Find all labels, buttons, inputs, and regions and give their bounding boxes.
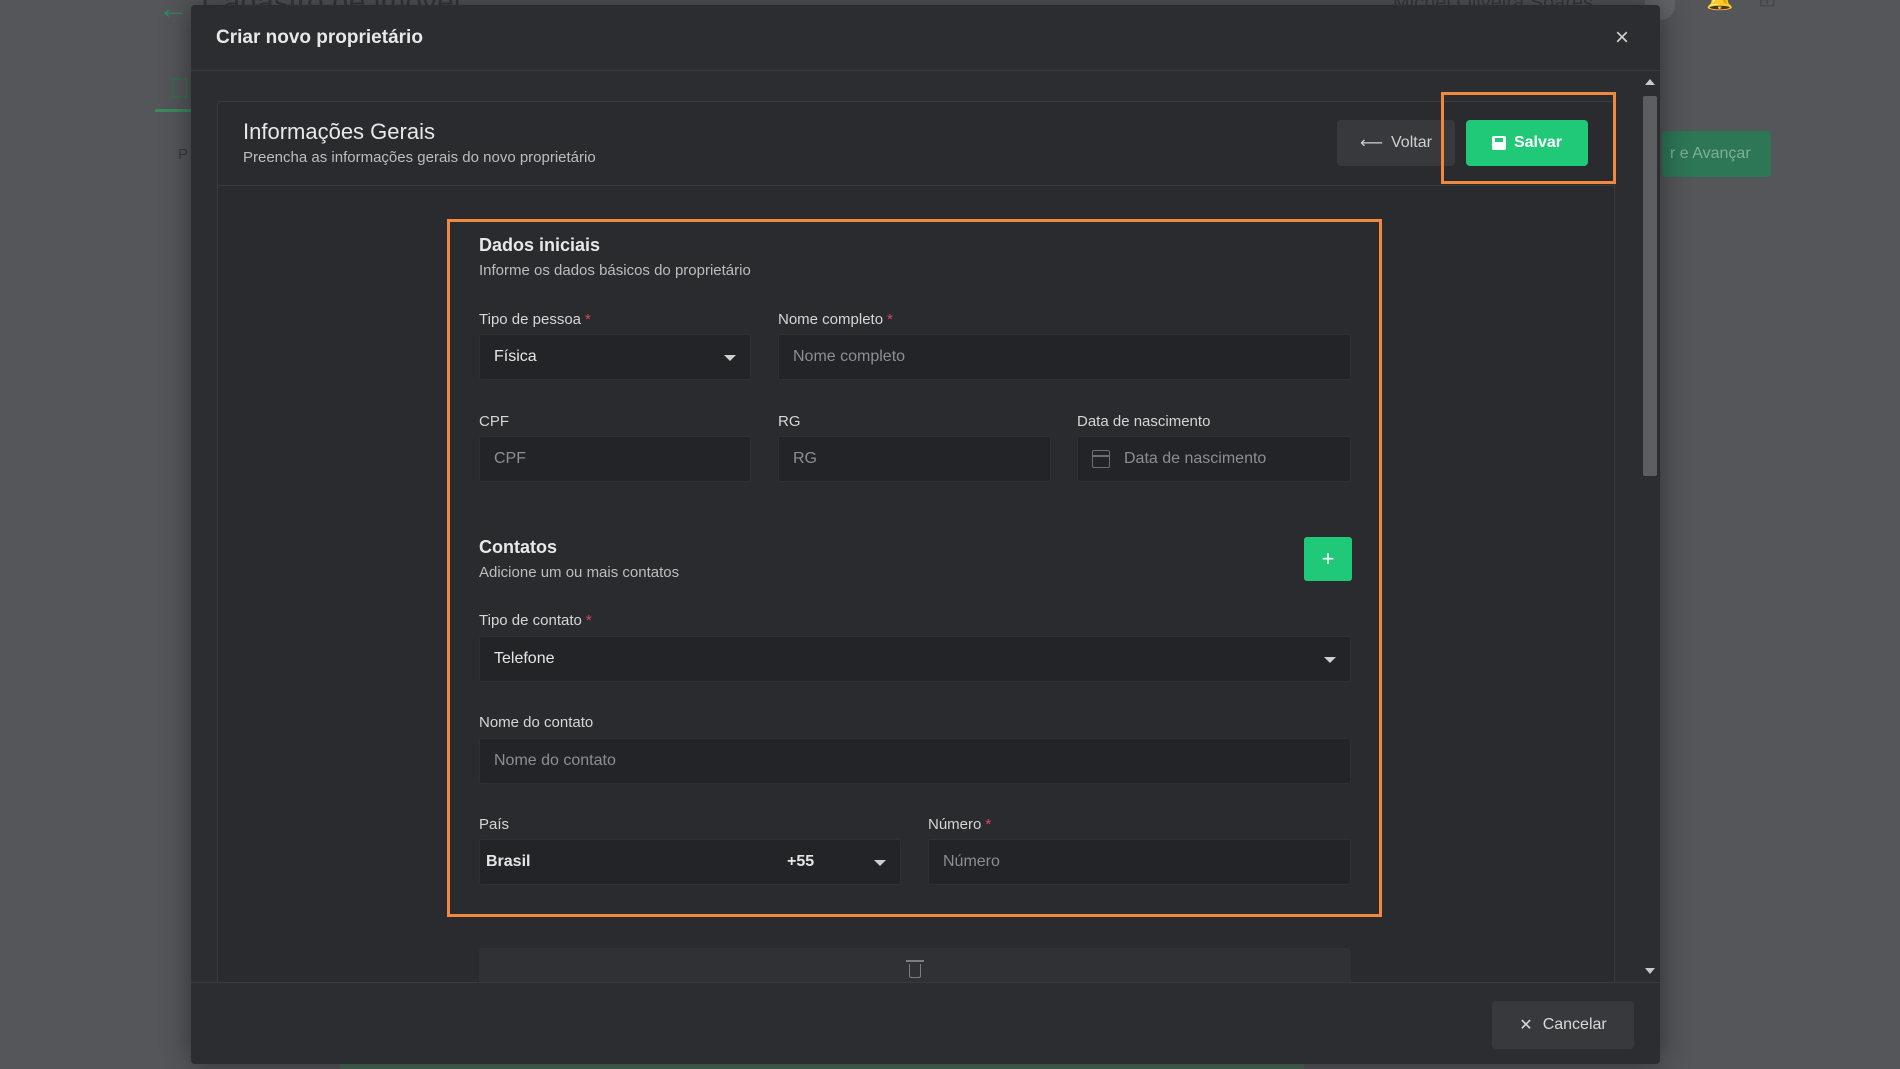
label-nome-contato: Nome do contato: [479, 714, 594, 731]
scroll-down-arrow-icon[interactable]: [1645, 968, 1655, 974]
chevron-down-icon: [1324, 657, 1336, 663]
background-strip: [340, 1064, 1304, 1069]
modal-header: Criar novo proprietário ×: [191, 5, 1660, 71]
cancel-button[interactable]: ✕ Cancelar: [1492, 1001, 1634, 1049]
nome-completo-input[interactable]: Nome completo: [778, 334, 1351, 380]
floppy-disk-icon: [1491, 136, 1506, 150]
panel-header: Informações Gerais Preencha as informaçõ…: [218, 102, 1614, 186]
label-tipo-contato: Tipo de contato *: [479, 612, 592, 629]
document-icon: [172, 78, 188, 98]
close-icon[interactable]: ×: [1607, 23, 1637, 53]
calendar-icon: [1092, 450, 1110, 468]
country-code: +55: [787, 853, 815, 870]
rg-placeholder: RG: [793, 450, 817, 467]
active-tab-indicator: [155, 109, 195, 112]
pais-select[interactable]: Brasil +55: [479, 839, 901, 885]
pais-value: Brasil: [486, 853, 531, 870]
scrollbar[interactable]: [1640, 72, 1660, 982]
back-button-label: Voltar: [1391, 134, 1432, 151]
back-button[interactable]: ⟵ Voltar: [1337, 120, 1455, 166]
label-tipo-pessoa: Tipo de pessoa *: [479, 311, 591, 328]
rg-input[interactable]: RG: [778, 436, 1051, 482]
modal-title: Criar novo proprietário: [216, 27, 423, 48]
label-cpf: CPF: [479, 413, 509, 430]
section-subtitle-dados-iniciais: Informe os dados básicos do proprietário: [479, 262, 751, 279]
tipo-pessoa-select[interactable]: Física: [479, 334, 751, 380]
trash-icon: [906, 960, 924, 978]
panel-title: Informações Gerais: [243, 119, 435, 144]
save-button[interactable]: Salvar: [1466, 120, 1588, 166]
label-data-nascimento: Data de nascimento: [1077, 413, 1211, 430]
cancel-button-label: Cancelar: [1542, 1016, 1607, 1033]
nome-contato-input[interactable]: Nome do contato: [479, 738, 1351, 784]
save-and-advance-button: r e Avançar: [1662, 131, 1771, 177]
cpf-placeholder: CPF: [494, 450, 526, 467]
section-title-contatos: Contatos: [479, 537, 557, 557]
cpf-input[interactable]: CPF: [479, 436, 751, 482]
panel-subtitle: Preencha as informações gerais do novo p…: [243, 149, 596, 166]
scroll-up-arrow-icon[interactable]: [1645, 79, 1655, 85]
background-partial-text: P: [178, 146, 189, 163]
section-title-dados-iniciais: Dados iniciais: [479, 235, 601, 255]
arrow-left-icon: ⟵: [1360, 135, 1383, 152]
chevron-down-icon: [874, 860, 886, 866]
nome-completo-placeholder: Nome completo: [793, 348, 906, 365]
modal-footer: ✕ Cancelar: [191, 982, 1660, 1064]
tipo-pessoa-value: Física: [494, 348, 537, 365]
label-rg: RG: [778, 413, 801, 430]
scrollbar-thumb[interactable]: [1643, 96, 1657, 476]
bell-icon: 🔔: [1706, 0, 1733, 14]
label-numero: Número *: [928, 816, 992, 833]
chevron-down-icon: [724, 355, 736, 361]
add-contact-button[interactable]: +: [1304, 537, 1352, 581]
tipo-contato-select[interactable]: Telefone: [479, 636, 1351, 682]
general-info-panel: Informações Gerais Preencha as informaçõ…: [217, 101, 1615, 982]
modal-body: Informações Gerais Preencha as informaçõ…: [191, 72, 1660, 982]
numero-input[interactable]: Número: [928, 839, 1351, 885]
create-owner-modal: Criar novo proprietário × Informações Ge…: [191, 5, 1660, 1064]
data-nascimento-input[interactable]: Data de nascimento: [1077, 436, 1351, 482]
apps-grid-icon: ⊞: [1758, 0, 1780, 14]
data-nascimento-placeholder: Data de nascimento: [1124, 450, 1267, 467]
close-icon: ✕: [1519, 1017, 1533, 1034]
numero-placeholder: Número: [943, 853, 1000, 870]
section-subtitle-contatos: Adicione um ou mais contatos: [479, 564, 680, 581]
label-pais: País: [479, 816, 510, 833]
tipo-contato-value: Telefone: [494, 650, 555, 667]
label-nome-completo: Nome completo *: [778, 311, 893, 328]
save-button-label: Salvar: [1513, 134, 1563, 151]
nome-contato-placeholder: Nome do contato: [494, 752, 616, 769]
remove-contact-bar[interactable]: [479, 948, 1351, 982]
back-arrow-icon: ←: [158, 0, 188, 25]
